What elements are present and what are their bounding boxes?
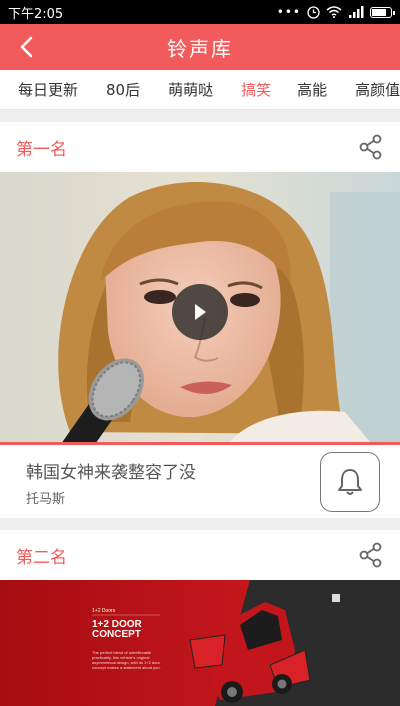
rank-label: 第一名 — [16, 139, 67, 160]
signal-icon — [349, 6, 364, 18]
tab-cute[interactable]: 萌萌哒 — [140, 79, 213, 100]
category-tabs: 每日更新 80后 萌萌哒 搞笑 高能 高颜值 — [0, 70, 400, 110]
set-ringtone-button[interactable] — [320, 452, 380, 512]
video-thumbnail[interactable] — [0, 172, 400, 442]
play-button[interactable] — [172, 284, 228, 340]
page-title: 铃声库 — [167, 36, 233, 61]
tab-funny[interactable]: 搞笑 — [213, 79, 271, 100]
wifi-icon — [326, 6, 342, 18]
bell-icon — [338, 469, 362, 495]
status-time: 下午2:05 — [8, 6, 64, 22]
share-icon[interactable] — [358, 542, 384, 568]
play-icon — [195, 304, 206, 320]
divider — [0, 442, 400, 445]
car-ad-heading: 1+2 DOOR CONCEPT — [92, 619, 142, 640]
rank-label: 第二名 — [16, 547, 67, 568]
status-icons: ••• — [276, 5, 395, 19]
car-ad-graphic — [0, 580, 400, 706]
rank-header: 第一名 — [0, 122, 400, 172]
car-ad-small-text: 1+2 Doors — [92, 608, 116, 614]
clock-icon — [307, 5, 320, 19]
ranking-card: 第二名 1+2 Doors 1+2 DOOR CONCEPT The perfe… — [0, 530, 400, 706]
tab-daily-update[interactable]: 每日更新 — [0, 79, 78, 100]
dots-icon: ••• — [276, 5, 301, 19]
car-ad-image[interactable]: 1+2 Doors 1+2 DOOR CONCEPT The perfect b… — [0, 580, 400, 706]
car-ad-description: The perfect blend of unbelievable practi… — [92, 650, 161, 670]
song-artist: 托马斯 — [26, 492, 66, 507]
rank-header: 第二名 — [0, 530, 400, 580]
tab-high-energy[interactable]: 高能 — [271, 79, 327, 100]
app-bar: 铃声库 — [0, 24, 400, 70]
battery-icon — [370, 6, 395, 18]
status-bar: 下午2:05 ••• — [0, 0, 400, 24]
back-button[interactable] — [8, 29, 44, 65]
tab-80s[interactable]: 80后 — [78, 79, 140, 100]
ranking-card: 第一名 韩国女神来袭整容了没 托马斯 — [0, 122, 400, 518]
chevron-left-icon — [20, 36, 33, 58]
share-icon[interactable] — [358, 134, 384, 160]
song-title[interactable]: 韩国女神来袭整容了没 — [26, 458, 196, 483]
tab-good-looking[interactable]: 高颜值 — [327, 79, 400, 100]
